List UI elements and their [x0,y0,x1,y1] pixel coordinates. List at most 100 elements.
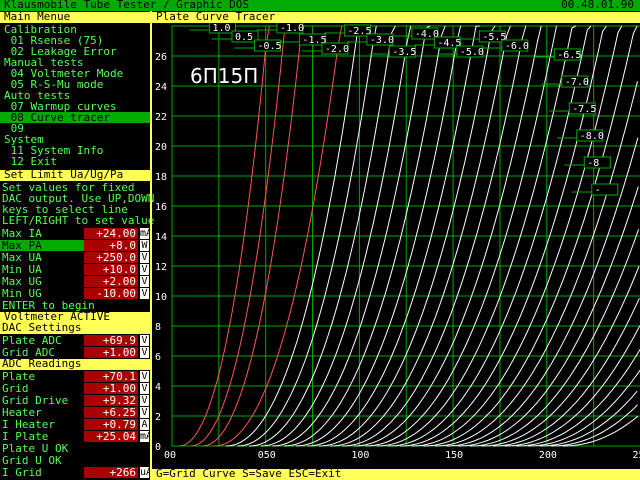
row-unit: V [140,407,149,418]
row-value: +70.1 [84,371,138,383]
bias-label-text: 1.0 [212,23,230,34]
bias-label-text: -3.0 [370,35,394,46]
status-bar: G=Grid Curve S=Save ESC=Exit [152,468,640,480]
row-label: Min UA [0,264,84,276]
value-row[interactable]: Min UA +10.0 V [0,264,150,276]
plot-header: Plate Curve Tracer [152,11,640,23]
y-tick-label: 8 [155,322,161,333]
y-tick-label: 12 [155,262,167,273]
bias-label-text: -6.0 [505,41,529,52]
row-unit: V [140,288,149,299]
bias-label-text: -2.0 [325,44,349,55]
value-row[interactable]: Max UA +250.0 V [0,252,150,264]
adc-readings-title: ADC Readings [0,358,150,370]
row-label: Plate [0,371,84,383]
bias-label-text: -5.0 [460,47,484,58]
bias-label-text: 0.5 [235,32,253,43]
plate-curve [551,404,638,447]
bias-label-text: -8 [587,158,599,169]
row-value: +250.0 [84,252,138,264]
row-label: Max UA [0,252,84,264]
value-row: I Plate +25.04 mA [0,431,153,443]
y-tick-label: 6 [155,352,161,363]
y-tick-label: 10 [155,292,167,303]
row-unit: V [140,276,149,287]
set-limit-header: Set Limit Ua/Ug/Pa [0,169,150,181]
igrid-row: I Grid +266 uA [0,467,153,479]
value-row[interactable]: Max UG +2.00 V [0,276,150,288]
row-value: +25.04 [84,431,138,443]
bias-label: -5.5 [459,30,506,43]
bias-labels: 1.00.5-0.5-1.0-1.5-2.0-2.5-3.0-3.5-4.0-4… [189,23,619,196]
bias-label-text: -7.0 [565,77,589,88]
row-unit: V [140,335,149,346]
row-value: -10.00 [84,288,138,300]
bias-label-text: -3.5 [392,47,416,58]
igrid-label: I Grid [0,467,84,479]
plate-curve-plot: 02468101214161820222426 0005010015020025… [155,23,640,461]
plate-curve [435,81,638,447]
y-tick-label: 18 [155,172,167,183]
y-tick-label: 0 [155,442,161,453]
bias-label-text: -7.5 [572,104,596,115]
row-value: +0.79 [84,419,138,431]
row-label: Max UG [0,276,84,288]
row-unit: mA [140,228,153,239]
row-value: +9.32 [84,395,138,407]
igrid-unit: uA [140,467,153,478]
row-value: +10.0 [84,264,138,276]
bias-label: -6.5 [534,48,581,61]
y-tick-label: 2 [155,412,161,423]
bias-label-text: -8.0 [580,131,604,142]
value-row: I Heater +0.79 A [0,419,150,431]
bias-label-text: -1.0 [280,23,304,34]
y-tick-label: 26 [155,52,167,63]
x-tick-label: 250 [633,450,640,461]
row-unit: mA [140,431,153,442]
row-value: +1.00 [84,347,138,359]
row-unit: V [140,252,149,263]
row-unit: V [140,395,149,406]
row-value: +6.25 [84,407,138,419]
x-tick-label: 050 [258,450,276,461]
y-tick-label: 24 [155,82,167,93]
x-axis-ticks: 00 050 100 150 200 250 [164,450,640,461]
y-tick-label: 14 [155,232,167,243]
tube-type-label: 6П15П [190,64,258,88]
row-value: +1.00 [84,383,138,395]
row-value: +8.0 [84,240,138,252]
value-row: Heater +6.25 V [0,407,150,419]
row-unit: W [140,240,149,251]
value-row[interactable]: Max PA +8.0 W [0,240,150,252]
bias-label: -1.5 [279,33,327,46]
row-unit: V [140,347,149,358]
help-line: LEFT/RIGHT to set value [2,214,155,227]
row-label: Grid [0,383,84,395]
x-tick-label: 200 [539,450,557,461]
row-label: I Plate [0,431,84,443]
dac-settings-title: DAC Settings [0,322,150,334]
bias-label: -2.5 [324,24,372,37]
x-tick-label: 00 [164,450,176,461]
plate-curve [469,229,640,447]
plate-curve [562,415,639,447]
row-label: I Heater [0,419,84,431]
row-label: Plate ADC [0,335,84,347]
y-tick-label: 20 [155,142,167,153]
y-tick-label: 16 [155,202,167,213]
y-axis-ticks: 02468101214161820222426 [155,52,167,453]
bias-label: -7.5 [549,102,596,115]
menu-item[interactable]: 12 Exit [4,156,57,168]
igrid-value: +266 [84,467,138,479]
value-row[interactable]: Min UG -10.00 V [0,288,150,300]
row-label: Max PA [0,240,84,252]
value-row[interactable]: Max IA +24.00 mA [0,228,153,240]
row-label: Heater [0,407,84,419]
value-row: Plate +70.1 V [0,371,150,383]
bias-label: -1.0 [256,23,304,34]
row-label: Min UG [0,288,84,300]
row-value: +2.00 [84,276,138,288]
clock: 00.48.01.90 [561,0,634,11]
bias-label: 1.0 [189,23,236,34]
row-unit: V [140,371,149,382]
